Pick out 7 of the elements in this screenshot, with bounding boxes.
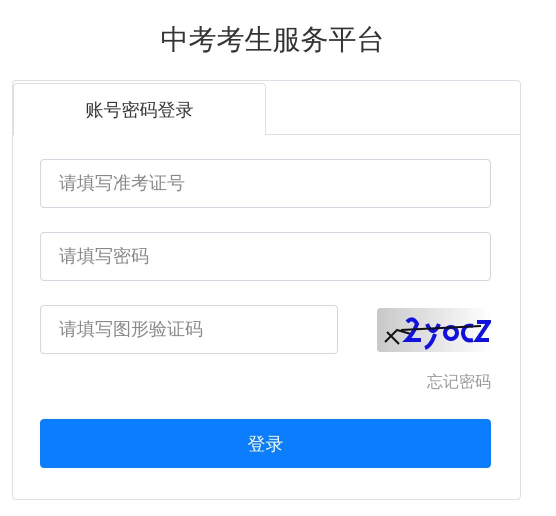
- login-button[interactable]: 登录: [40, 419, 491, 468]
- captcha-field[interactable]: 请填写图形验证码: [40, 305, 338, 354]
- page-title: 中考考生服务平台: [160, 22, 386, 58]
- input-field[interactable]: 请填写准考证号: [40, 159, 491, 208]
- input-field[interactable]: 请填写密码: [40, 232, 491, 281]
- forgot-password-link[interactable]: 忘记密码: [427, 372, 491, 393]
- login-tab[interactable]: 账号密码登录: [13, 83, 266, 135]
